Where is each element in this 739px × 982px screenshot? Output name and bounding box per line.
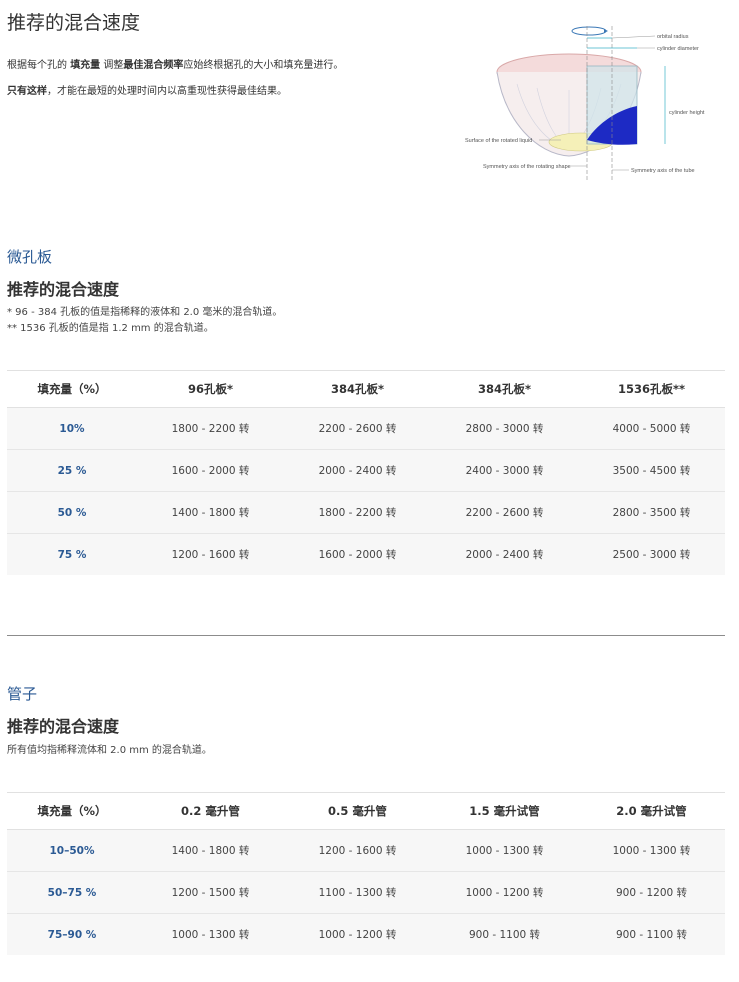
leader-orbital [611,35,656,39]
cell-speed: 2500 - 3000 转 [578,533,725,575]
header-0-5ml: 0.5 毫升管 [284,792,431,830]
intro-text: 调整 [100,60,124,71]
header-fill: 填充量（%） [7,370,137,408]
header-1-5ml: 1.5 毫升试管 [431,792,578,830]
cell-fill: 10% [7,407,137,450]
mixing-diagram: orbital radius cylinder diameter cylinde… [465,26,705,182]
cell-speed: 2000 - 2400 转 [284,449,431,492]
table-row: 50 % 1400 - 1800 转 1800 - 2200 转 2200 - … [7,491,725,534]
cell-fill: 75–90 % [7,913,137,955]
cell-speed: 1600 - 2000 转 [284,533,431,575]
intro-paragraph-1: 根据每个孔的 填充量 调整最佳混合频率应始终根据孔的大小和填充量进行。 [7,56,343,71]
cell-speed: 1200 - 1600 转 [284,829,431,872]
intro-paragraph-2: 只有这样，才能在最短的处理时间内以高重现性获得最佳结果。 [7,82,287,97]
section-divider [7,635,725,636]
table-row: 10–50% 1400 - 1800 转 1200 - 1600 转 1000 … [7,829,725,872]
plates-note-2: ** 1536 孔板的值是指 1.2 mm 的混合轨道。 [7,323,214,334]
cell-speed: 2400 - 3000 转 [431,449,578,492]
cell-fill: 25 % [7,449,137,492]
intro-bold-only: 只有这样 [7,86,47,97]
intro-text: ，才能在最短的处理时间内以高重现性获得最佳结果。 [47,86,287,97]
header-1536: 1536孔板** [578,370,725,408]
cell-fill: 50–75 % [7,871,137,914]
cell-speed: 2000 - 2400 转 [431,533,578,575]
cell-speed: 1600 - 2000 转 [137,449,284,492]
rotation-arrow-icon [571,26,607,36]
page-title: 推荐的混合速度 [7,12,141,34]
header-0-2ml: 0.2 毫升管 [137,792,284,830]
header-fill: 填充量（%） [7,792,137,830]
tubes-note: 所有值均指稀释流体和 2.0 mm 的混合轨道。 [7,745,212,756]
header-384-a: 384孔板* [284,370,431,408]
label-symmetry-tube: Symmetry axis of the tube [631,168,695,174]
tubes-subtitle: 推荐的混合速度 [7,717,120,736]
cell-fill: 75 % [7,533,137,575]
table-row: 25 % 1600 - 2000 转 2000 - 2400 转 2400 - … [7,449,725,492]
arrow-head-icon [604,29,608,33]
header-96: 96孔板* [137,370,284,408]
cell-speed: 1800 - 2200 转 [284,491,431,534]
plates-subtitle: 推荐的混合速度 [7,280,120,299]
cell-speed: 900 - 1100 转 [578,913,725,955]
label-surface-liquid: Surface of the rotated liquid [465,138,532,144]
label-symmetry-shape: Symmetry axis of the rotating shape [483,164,571,170]
cell-fill: 50 % [7,491,137,534]
intro-text: 应始终根据孔的大小和填充量进行。 [183,60,344,71]
intro-text: 根据每个孔的 [7,60,71,71]
cell-speed: 2200 - 2600 转 [284,407,431,450]
plates-note-1: * 96 - 384 孔板的值是指稀释的液体和 2.0 毫米的混合轨道。 [7,307,283,318]
cell-speed: 2200 - 2600 转 [431,491,578,534]
cell-speed: 1400 - 1800 转 [137,491,284,534]
label-cylinder-diameter: cylinder diameter [657,46,699,52]
table-row: 75–90 % 1000 - 1300 转 1000 - 1200 转 900 … [7,913,725,955]
cell-speed: 1000 - 1300 转 [578,829,725,872]
table-row: 10% 1800 - 2200 转 2200 - 2600 转 2800 - 3… [7,407,725,450]
cell-speed: 1200 - 1500 转 [137,871,284,914]
cell-fill: 10–50% [7,829,137,872]
cell-speed: 4000 - 5000 转 [578,407,725,450]
header-384-b: 384孔板* [431,370,578,408]
cell-speed: 900 - 1200 转 [578,871,725,914]
cell-speed: 2800 - 3500 转 [578,491,725,534]
label-cylinder-height: cylinder height [669,110,705,116]
intro-bold-frequency: 最佳混合频率 [123,60,184,71]
section-title-tubes: 管子 [7,685,38,703]
cell-speed: 1400 - 1800 转 [137,829,284,872]
cell-speed: 1000 - 1200 转 [284,913,431,955]
cell-speed: 900 - 1100 转 [431,913,578,955]
table-row: 75 % 1200 - 1600 转 1600 - 2000 转 2000 - … [7,533,725,575]
section-title-plates: 微孔板 [7,248,53,266]
cell-speed: 1000 - 1200 转 [431,871,578,914]
table-header-row: 填充量（%） 96孔板* 384孔板* 384孔板* 1536孔板** [7,370,725,408]
tubes-table: 填充量（%） 0.2 毫升管 0.5 毫升管 1.5 毫升试管 2.0 毫升试管… [7,792,725,955]
cell-speed: 3500 - 4500 转 [578,449,725,492]
cell-speed: 2800 - 3000 转 [431,407,578,450]
table-header-row: 填充量（%） 0.2 毫升管 0.5 毫升管 1.5 毫升试管 2.0 毫升试管 [7,792,725,830]
cell-speed: 1000 - 1300 转 [431,829,578,872]
table-row: 50–75 % 1200 - 1500 转 1100 - 1300 转 1000… [7,871,725,914]
cell-speed: 1200 - 1600 转 [137,533,284,575]
cell-speed: 1800 - 2200 转 [137,407,284,450]
plates-table: 填充量（%） 96孔板* 384孔板* 384孔板* 1536孔板** 10% … [7,370,725,575]
cell-speed: 1100 - 1300 转 [284,871,431,914]
header-2-0ml: 2.0 毫升试管 [578,792,725,830]
cell-speed: 1000 - 1300 转 [137,913,284,955]
intro-bold-fill: 填充量 [70,60,101,71]
label-orbital-radius: orbital radius [657,34,689,40]
